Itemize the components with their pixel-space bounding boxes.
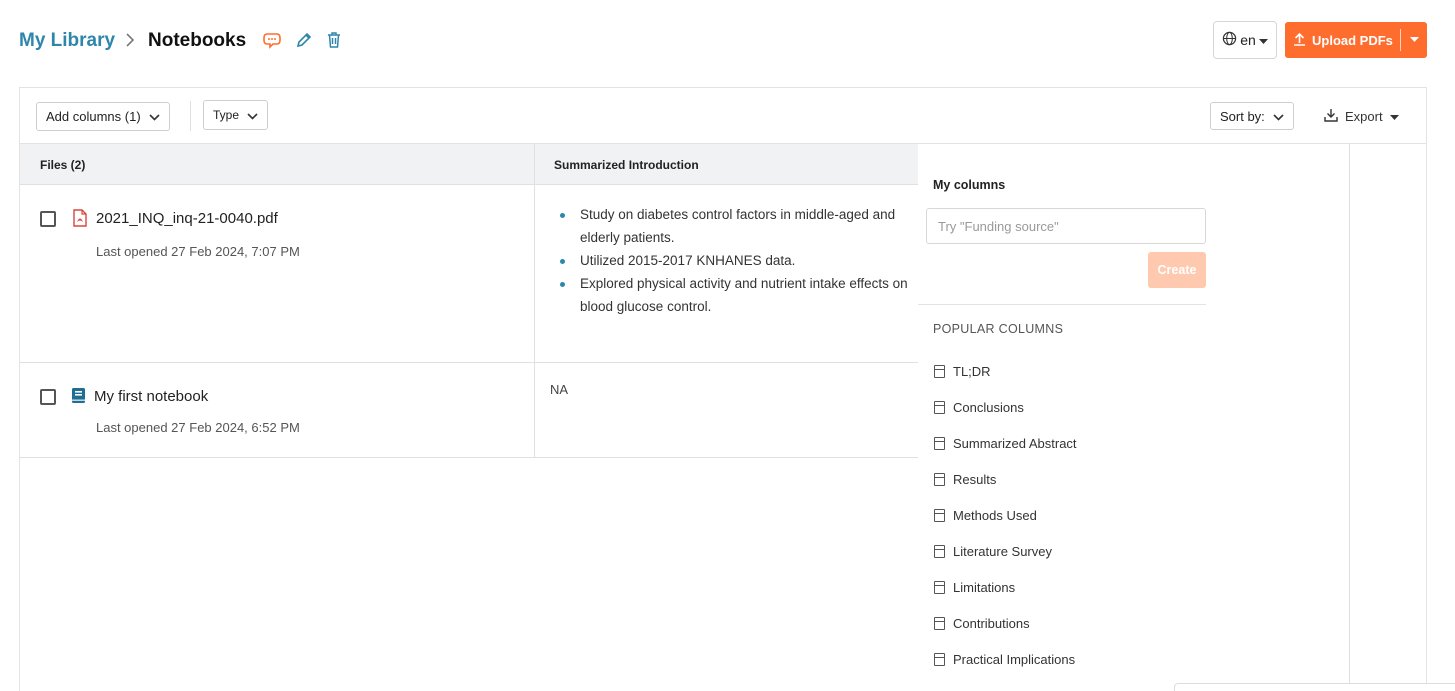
export-label: Export	[1345, 108, 1383, 124]
column-icon	[934, 544, 945, 558]
popular-column-label: Results	[953, 471, 997, 487]
popular-column-contributions[interactable]: Contributions	[934, 613, 1030, 633]
popular-column-label: TL;DR	[953, 363, 991, 379]
popular-column-label: Contributions	[953, 615, 1030, 631]
summary-bullet: Study on diabetes control factors in mid…	[557, 203, 912, 249]
chevron-down-icon	[149, 109, 160, 124]
summary-cell: Study on diabetes control factors in mid…	[557, 203, 912, 318]
table-row[interactable]: My first notebook Last opened 27 Feb 202…	[20, 363, 918, 458]
pdf-file-icon	[72, 209, 88, 227]
table-header: Files (2) Summarized Introduction	[20, 144, 918, 185]
floating-panel-edge	[1174, 683, 1455, 691]
popular-column-label: Summarized Abstract	[953, 435, 1077, 451]
picker-divider	[918, 304, 1206, 305]
add-columns-dropdown: My columns Create POPULAR COLUMNS TL;DR …	[918, 144, 1350, 691]
popular-column-label: Practical Implications	[953, 651, 1076, 667]
chevron-down-icon	[247, 108, 258, 123]
file-name[interactable]: 2021_INQ_inq-21-0040.pdf	[96, 210, 278, 227]
edit-pencil-icon[interactable]	[295, 31, 313, 49]
table-toolbar: Add columns (1) Type Sort by: Export	[20, 88, 1426, 144]
trash-icon[interactable]	[325, 31, 343, 49]
column-header-summarized-introduction[interactable]: Summarized Introduction	[554, 144, 699, 185]
download-icon	[1324, 108, 1338, 125]
upload-icon	[1293, 32, 1306, 49]
popular-column-results[interactable]: Results	[934, 469, 996, 489]
summary-cell: NA	[550, 382, 569, 397]
column-icon	[934, 508, 945, 522]
popular-column-practical-implications[interactable]: Practical Implications	[934, 649, 1075, 669]
popular-column-conclusions[interactable]: Conclusions	[934, 397, 1024, 417]
language-value: en	[1240, 32, 1256, 48]
popular-column-label: Limitations	[953, 579, 1016, 595]
toolbar-divider	[190, 101, 191, 131]
export-button[interactable]: Export	[1324, 102, 1399, 130]
column-icon	[934, 436, 945, 450]
column-icon	[934, 400, 945, 414]
breadcrumb-my-library[interactable]: My Library	[19, 30, 115, 52]
popular-column-tldr[interactable]: TL;DR	[934, 361, 991, 381]
upload-label: Upload PDFs	[1312, 32, 1393, 48]
upload-pdfs-button[interactable]: Upload PDFs	[1285, 22, 1427, 58]
page-header: My Library Notebooks en Upload PDFs	[0, 0, 1455, 80]
file-last-opened: Last opened 27 Feb 2024, 7:07 PM	[96, 244, 300, 259]
chat-icon[interactable]	[263, 31, 281, 49]
type-filter-button[interactable]: Type	[203, 100, 269, 130]
row-checkbox[interactable]	[40, 211, 56, 227]
upload-options-caret-icon[interactable]	[1401, 37, 1427, 43]
file-name[interactable]: My first notebook	[94, 388, 208, 405]
caret-down-icon	[1258, 32, 1268, 48]
popular-column-methods-used[interactable]: Methods Used	[934, 505, 1037, 525]
globe-icon	[1222, 31, 1237, 49]
sort-by-label: Sort by:	[1220, 108, 1265, 124]
popular-column-summarized-abstract[interactable]: Summarized Abstract	[934, 433, 1077, 453]
table-row[interactable]: 2021_INQ_inq-21-0040.pdf Last opened 27 …	[20, 185, 918, 363]
add-columns-button[interactable]: Add columns (1)	[36, 102, 170, 131]
column-icon	[934, 472, 945, 486]
add-columns-label: Add columns (1)	[46, 109, 141, 124]
popular-column-label: Methods Used	[953, 507, 1037, 523]
column-icon	[934, 616, 945, 630]
summary-bullet: Explored physical activity and nutrient …	[557, 272, 912, 318]
column-icon	[934, 652, 945, 666]
row-checkbox[interactable]	[40, 389, 56, 405]
summary-bullet: Utilized 2015-2017 KNHANES data.	[557, 249, 912, 272]
custom-column-input[interactable]	[926, 208, 1206, 244]
column-header-files[interactable]: Files (2)	[40, 144, 85, 185]
breadcrumb-separator-icon	[124, 30, 136, 56]
language-selector[interactable]: en	[1213, 21, 1277, 59]
sort-by-button[interactable]: Sort by:	[1210, 102, 1294, 130]
notebook-icon	[71, 387, 87, 405]
popular-columns-title: POPULAR COLUMNS	[933, 322, 1064, 336]
create-column-button[interactable]: Create	[1148, 252, 1206, 288]
chevron-down-icon	[1273, 109, 1284, 124]
page-title: Notebooks	[148, 30, 247, 51]
my-columns-title: My columns	[933, 178, 1006, 192]
popular-column-limitations[interactable]: Limitations	[934, 577, 1015, 597]
column-icon	[934, 364, 945, 378]
file-last-opened: Last opened 27 Feb 2024, 6:52 PM	[96, 420, 300, 435]
popular-column-label: Conclusions	[953, 399, 1024, 415]
popular-column-literature-survey[interactable]: Literature Survey	[934, 541, 1052, 561]
popular-column-label: Literature Survey	[953, 543, 1052, 559]
type-filter-label: Type	[213, 108, 240, 122]
caret-down-icon	[1389, 109, 1399, 124]
column-icon	[934, 580, 945, 594]
